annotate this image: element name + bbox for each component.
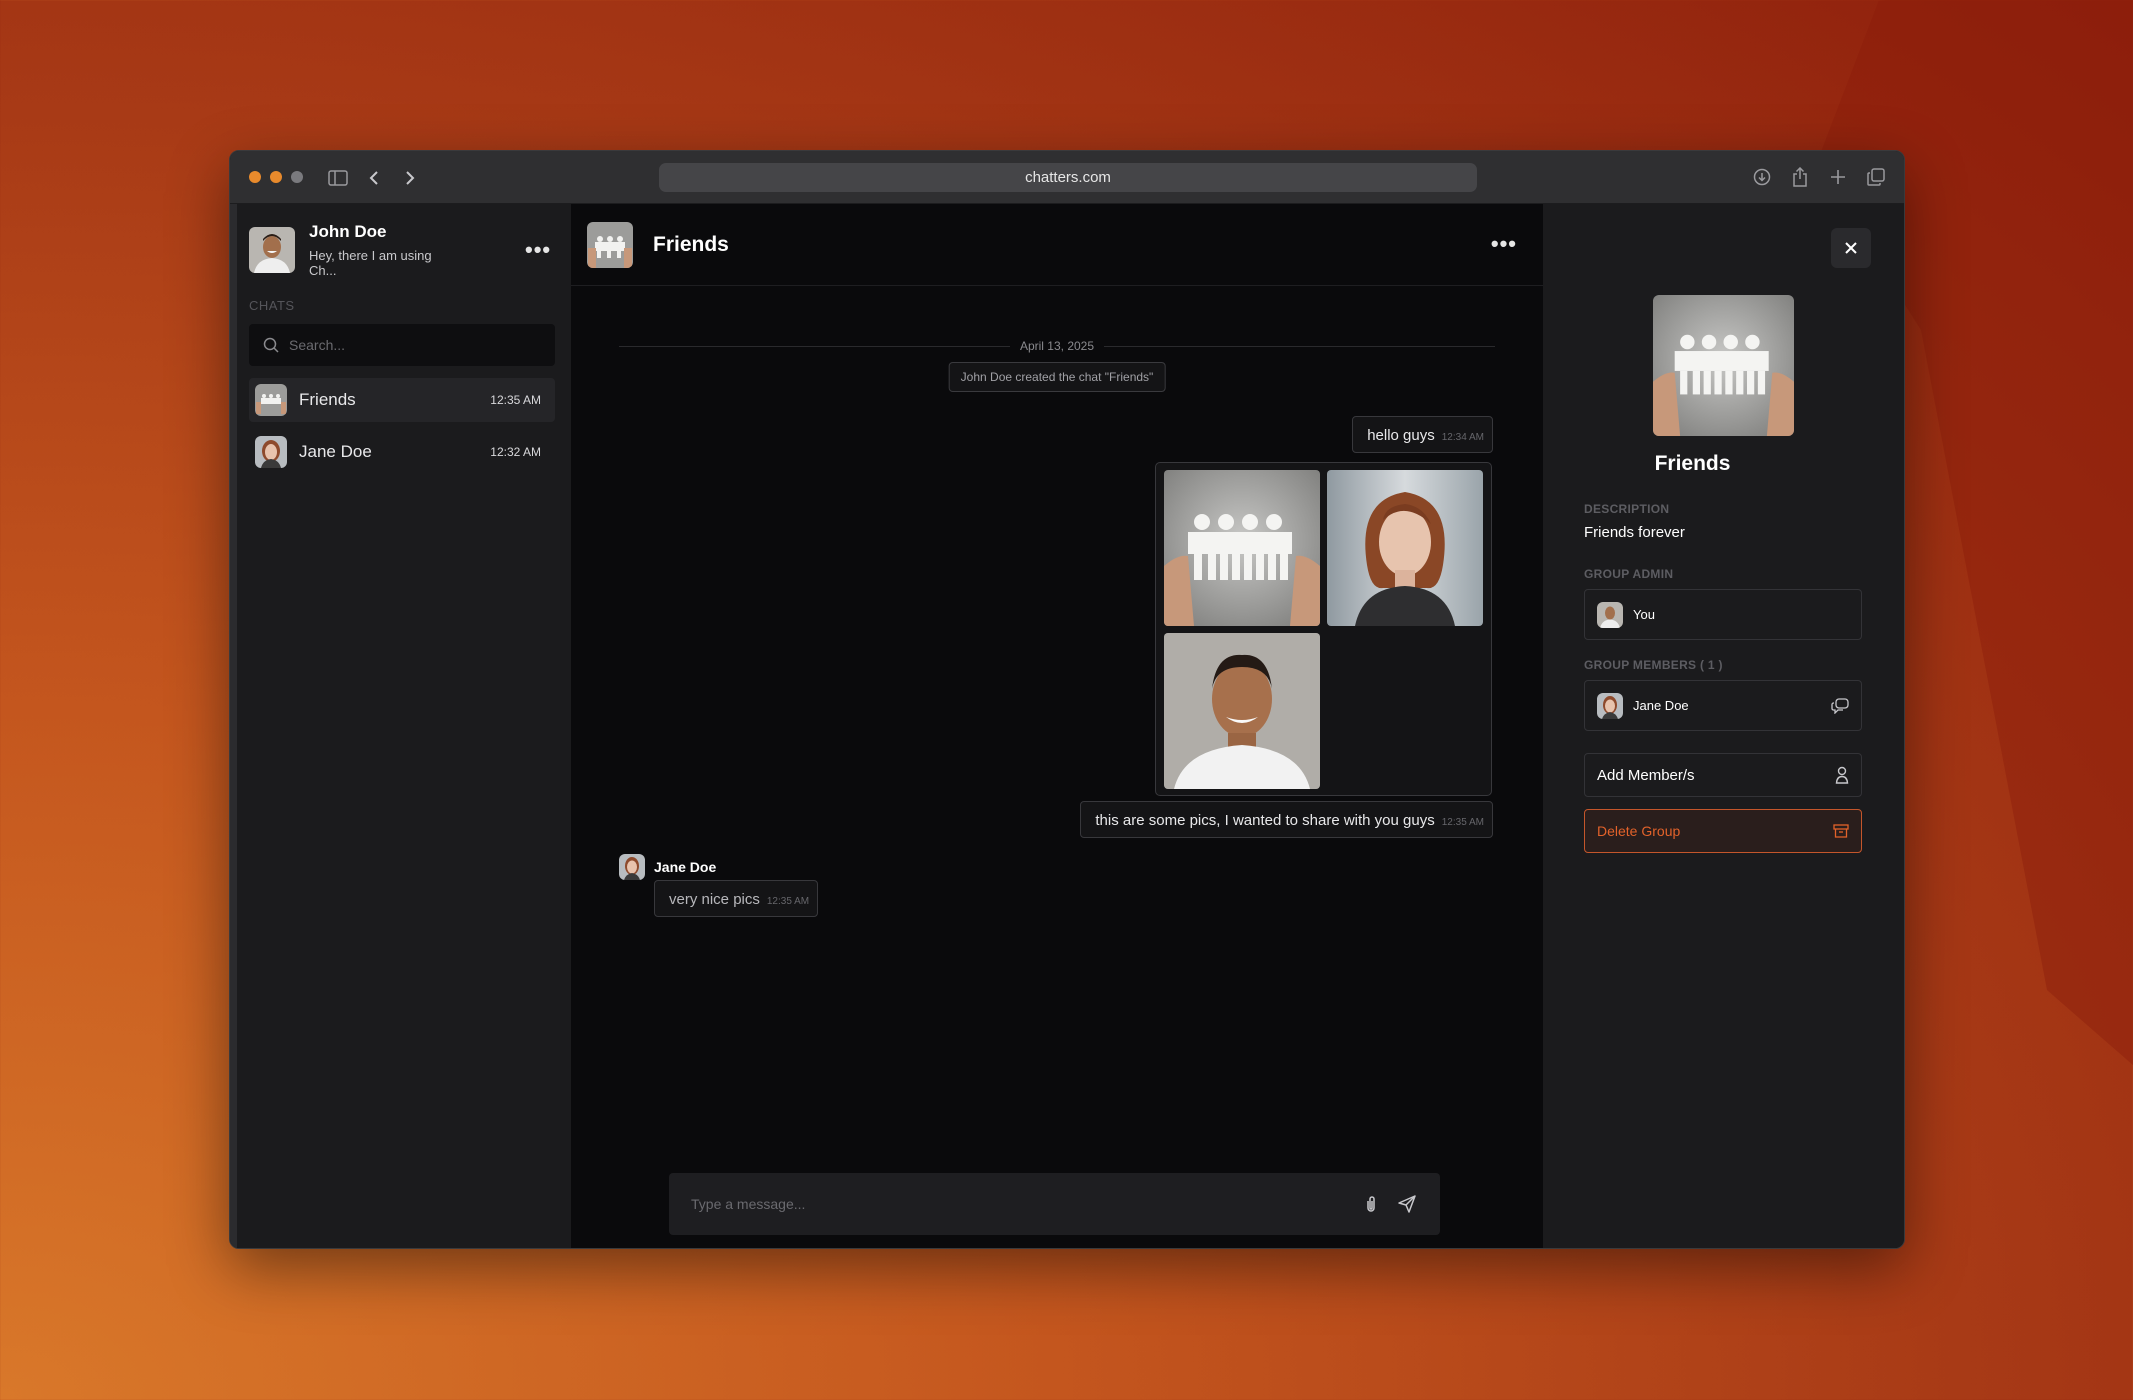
delete-group-button[interactable]: Delete Group [1584, 809, 1862, 853]
date-divider: April 13, 2025 [619, 339, 1495, 353]
search-input[interactable]: Search... [249, 324, 555, 366]
browser-window: chatters.com John Doe Hey, there I am us… [229, 150, 1905, 1249]
admin-name: You [1633, 607, 1655, 622]
chat-item-time: 12:32 AM [490, 445, 541, 459]
share-icon[interactable] [1788, 165, 1812, 189]
chat-sidebar: John Doe Hey, there I am using Ch... •••… [230, 204, 571, 1248]
friends-chat-avatar [255, 384, 287, 416]
current-user: John Doe Hey, there I am using Ch... ••• [249, 222, 551, 278]
group-admin-card[interactable]: You [1584, 589, 1862, 640]
date-line-right [1104, 345, 1495, 347]
shared-image-man-portrait[interactable] [1164, 633, 1320, 789]
message-member-icon[interactable] [1831, 697, 1849, 714]
outgoing-message[interactable]: this are some pics, I wanted to share wi… [1080, 801, 1493, 838]
incoming-message[interactable]: very nice pics 12:35 AM [654, 880, 819, 917]
tabs-overview-icon[interactable] [1864, 165, 1888, 189]
sender-name: Jane Doe [654, 859, 717, 875]
group-description: Friends forever [1584, 524, 1685, 541]
chat-options-icon[interactable]: ••• [1491, 231, 1517, 257]
send-icon[interactable] [1396, 1193, 1418, 1215]
search-icon [263, 337, 279, 353]
message-text: very nice pics [669, 891, 760, 908]
download-icon[interactable] [1750, 165, 1774, 189]
date-line-left [619, 345, 1010, 347]
date-label: April 13, 2025 [1019, 339, 1095, 353]
add-member-button[interactable]: Add Member/s [1584, 753, 1862, 797]
sidebar-toggle-icon[interactable] [326, 166, 350, 190]
description-label: DESCRIPTION [1584, 502, 1670, 516]
minimize-window-button[interactable] [270, 171, 282, 183]
chat-item-name: Jane Doe [299, 442, 372, 461]
close-window-button[interactable] [249, 171, 261, 183]
chats-section-label: CHATS [249, 298, 295, 313]
group-member-card[interactable]: Jane Doe [1584, 680, 1862, 731]
add-member-label: Add Member/s [1597, 766, 1695, 784]
back-icon[interactable] [362, 166, 386, 190]
shared-image-woman-portrait[interactable] [1327, 470, 1483, 626]
group-admin-label: GROUP ADMIN [1584, 567, 1674, 581]
add-user-icon [1835, 766, 1849, 784]
chat-item-friends[interactable]: Friends 12:35 AM [249, 378, 555, 422]
admin-avatar [1597, 601, 1623, 628]
delete-group-label: Delete Group [1597, 823, 1681, 839]
chat-item-jane-doe[interactable]: Jane Doe 12:32 AM [249, 430, 555, 474]
jane-doe-avatar [255, 436, 287, 468]
user-status: Hey, there I am using Ch... [309, 248, 432, 278]
outgoing-message[interactable]: hello guys 12:34 AM [1352, 416, 1493, 453]
message-composer[interactable]: Type a message... [669, 1173, 1440, 1235]
address-bar[interactable]: chatters.com [659, 163, 1477, 192]
chat-header: Friends ••• [571, 204, 1543, 286]
shared-image-paper-people[interactable] [1164, 470, 1320, 626]
message-text: hello guys [1367, 427, 1435, 444]
chat-item-name: Friends [299, 390, 356, 409]
member-avatar [1597, 692, 1623, 719]
message-text: this are some pics, I wanted to share wi… [1095, 812, 1435, 829]
chat-item-time: 12:35 AM [490, 393, 541, 407]
user-name: John Doe [309, 222, 387, 241]
image-attachment-grid [1155, 462, 1492, 796]
group-info-panel: Friends DESCRIPTION Friends forever GROU… [1543, 204, 1904, 1248]
message-time: 12:35 AM [766, 896, 810, 907]
message-sender: Jane Doe [619, 854, 716, 880]
maximize-window-button[interactable] [291, 171, 303, 183]
close-icon [1845, 242, 1857, 254]
close-panel-button[interactable] [1831, 228, 1871, 268]
traffic-lights [249, 171, 303, 183]
archive-trash-icon [1833, 823, 1849, 839]
group-name: Friends [1654, 452, 1731, 475]
group-image[interactable] [1653, 295, 1794, 436]
search-placeholder: Search... [289, 337, 346, 353]
forward-icon[interactable] [398, 166, 422, 190]
member-name: Jane Doe [1633, 698, 1689, 713]
chat-main: Friends ••• April 13, 2025 John Doe crea… [571, 204, 1543, 1248]
chat-header-avatar[interactable] [587, 221, 633, 268]
sender-avatar[interactable] [619, 854, 645, 880]
attachment-icon[interactable] [1360, 1193, 1382, 1215]
system-message: John Doe created the chat "Friends" [948, 362, 1166, 392]
user-avatar[interactable] [249, 227, 295, 273]
message-input[interactable]: Type a message... [691, 1196, 1346, 1212]
message-time: 12:35 AM [1441, 817, 1484, 828]
browser-titlebar: chatters.com [230, 151, 1904, 204]
group-members-label: GROUP MEMBERS ( 1 ) [1584, 658, 1723, 672]
more-options-icon[interactable]: ••• [525, 237, 551, 263]
chat-title: Friends [653, 232, 729, 256]
message-time: 12:34 AM [1441, 432, 1484, 443]
new-tab-icon[interactable] [1826, 165, 1850, 189]
